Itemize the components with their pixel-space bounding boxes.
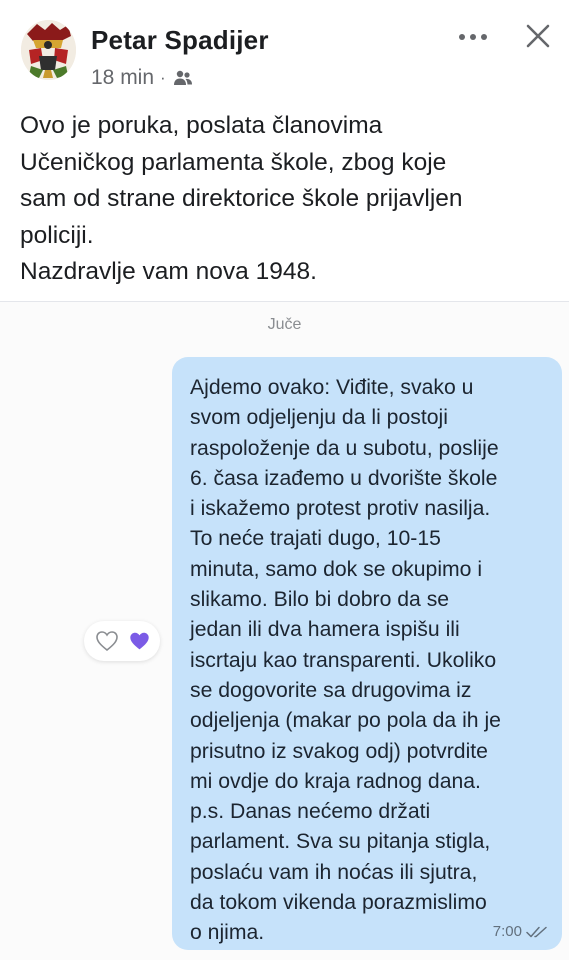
meta-separator: · <box>160 68 166 87</box>
message-reactions[interactable] <box>84 621 164 663</box>
reaction-pill[interactable] <box>84 621 160 661</box>
message-line: minuta, samo dok se okupimo i <box>190 557 483 581</box>
close-icon[interactable] <box>518 18 558 58</box>
more-options-icon[interactable] <box>453 22 493 52</box>
shared-chat-screenshot[interactable]: Juče Ajdemo ovako: Viđite, svako u svom … <box>0 301 569 960</box>
message-line: poslaću vam ih noćas ili sjutra, <box>190 860 478 884</box>
message-line: p.s. Danas nećemo držati <box>190 800 431 824</box>
message-line: svom odjeljenju da li postoji <box>190 406 448 430</box>
message-time: 7:00 <box>492 923 522 940</box>
message-line: parlament. Sva su pitanja stigla, <box>190 830 491 854</box>
dot <box>459 34 465 40</box>
message-line: Ajdemo ovako: Viđite, svako u <box>190 376 474 399</box>
post-text-line: sam od strane direktorice škole prijavlj… <box>20 185 463 212</box>
message-line: slikamo. Bilo bi dobro da se <box>190 588 450 612</box>
message-line: jedan ili dva hamera ispišu ili <box>190 618 460 642</box>
message-line: 6. časa izađemo u dvorište škole <box>190 466 498 490</box>
message-line: odjeljenja (makar po pola da ih je <box>190 709 501 733</box>
message-line: To neće trajati dugo, 10-15 <box>190 527 441 551</box>
message-line: da tokom vikenda porazmislimo <box>190 891 487 915</box>
message-line: o njima. <box>190 921 265 945</box>
dot <box>481 34 487 40</box>
post-text-line: policiji. <box>20 221 94 249</box>
message-line: mi ovdje do kraja radnog dana. <box>190 769 481 793</box>
heart-filled-icon[interactable] <box>129 631 150 651</box>
day-separator: Juče <box>267 316 302 333</box>
heart-outline-icon[interactable] <box>95 630 119 652</box>
message-line: iscrtaju kao transparenti. Ukoliko <box>190 648 497 672</box>
read-check-icon <box>526 925 548 938</box>
post-time[interactable]: 18 min <box>91 66 154 90</box>
message-line: i iskažemo protest protiv nasilja. <box>190 497 491 521</box>
post-text-line: Učeničkog parlamenta škole, zbog koje <box>20 148 447 176</box>
post-header: Petar Spadijer 18 min · <box>0 0 569 100</box>
author-name[interactable]: Petar Spadijer <box>91 25 269 56</box>
post-text-line: Nazdravlje vam nova 1948. <box>20 258 317 285</box>
friends-icon <box>173 68 193 88</box>
message-line: raspoloženje da u subotu, poslije <box>190 436 499 460</box>
post-text: Ovo je poruka, poslata članovima Učeničk… <box>20 108 555 291</box>
message-line: se dogovorite sa drugovima iz <box>190 678 472 702</box>
dot <box>470 34 476 40</box>
message-bubble[interactable]: Ajdemo ovako: Viđite, svako u svom odjel… <box>172 357 562 950</box>
message-line: prisutno iz svakog odj) potvrdite <box>190 739 488 763</box>
post-text-line: Ovo je poruka, poslata članovima <box>20 112 383 139</box>
message-text: Ajdemo ovako: Viđite, svako u svom odjel… <box>190 373 501 949</box>
post-meta: 18 min · <box>91 64 193 92</box>
author-avatar[interactable] <box>21 20 76 80</box>
